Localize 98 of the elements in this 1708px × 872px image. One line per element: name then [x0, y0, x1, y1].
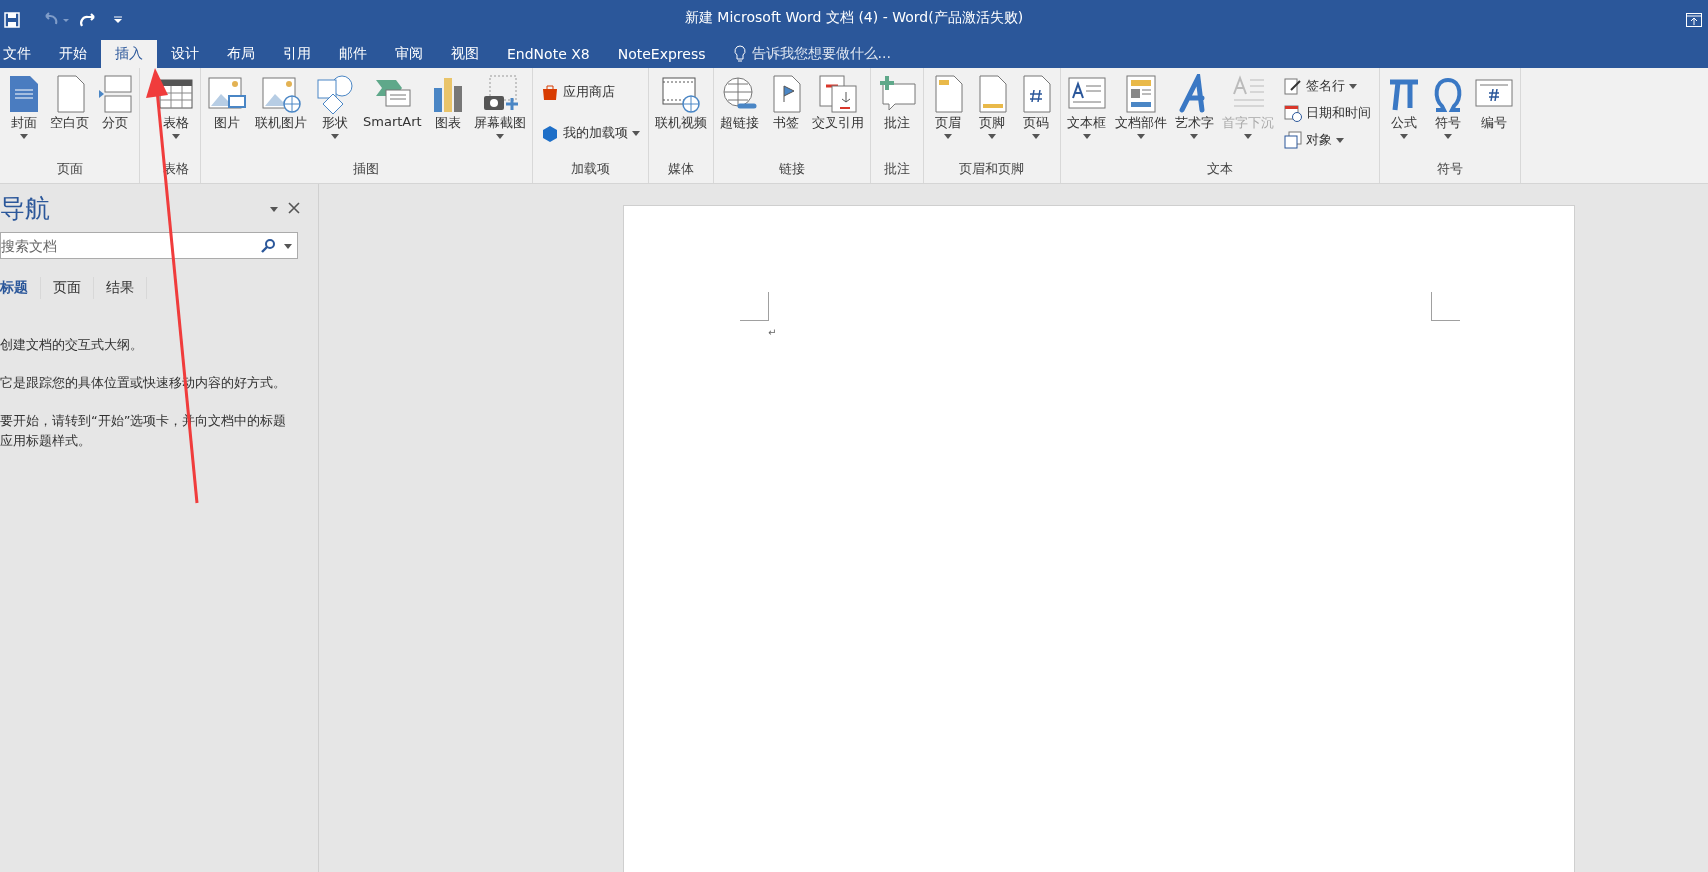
close-button[interactable] — [288, 202, 300, 214]
group-label: 批注 — [882, 160, 911, 178]
pane-tab[interactable]: 页面 — [53, 277, 94, 299]
caret-icon — [1190, 134, 1199, 139]
paragraph-mark: ↵ — [768, 327, 777, 338]
ribbon-display-icon — [1686, 13, 1702, 27]
caret-icon — [270, 206, 278, 212]
help-text: 创建文档的交互式大纲。 — [0, 336, 144, 354]
caret-icon — [1082, 134, 1091, 139]
ribbon-button[interactable]: 书签 — [763, 72, 808, 141]
caret-icon — [20, 134, 28, 139]
ribbon-button[interactable]: 联机视频 — [650, 72, 711, 141]
search-icon — [260, 237, 276, 254]
caret-icon — [284, 244, 292, 249]
group-label: 链接 — [777, 160, 806, 178]
caret-icon — [1136, 134, 1145, 139]
ribbon-button[interactable]: 封面 — [2, 72, 46, 141]
group-label: 加载项 — [569, 160, 611, 178]
group-label: 文本 — [1205, 160, 1234, 178]
ribbon-button[interactable]: 页脚 — [969, 72, 1014, 141]
caret-icon — [1443, 134, 1452, 139]
caret-icon — [1335, 138, 1344, 143]
lightbulb-icon — [733, 45, 746, 63]
ribbon-button[interactable]: 公式 — [1381, 72, 1426, 141]
cube-icon — [540, 123, 559, 142]
caret-icon — [943, 134, 952, 139]
ribbon-button[interactable]: SmartArt — [359, 72, 426, 138]
caret-icon — [1243, 134, 1252, 139]
ribbon-tab[interactable]: 引用 — [269, 40, 325, 68]
ribbon-button[interactable]: 超链接 — [715, 72, 764, 141]
ribbon-button[interactable]: 形状 — [311, 72, 359, 141]
ribbon-button[interactable]: 符号 — [1425, 72, 1470, 141]
crop-mark — [1431, 292, 1460, 321]
film-globe-icon — [660, 74, 701, 114]
ribbon-tab[interactable]: 邮件 — [325, 40, 381, 68]
ribbon-tab[interactable]: 开始 — [45, 40, 101, 68]
ribbon-button[interactable]: 对象 — [1281, 129, 1373, 150]
caret-icon — [987, 134, 996, 139]
ribbon-button[interactable]: 编号 — [1469, 72, 1518, 141]
ribbon-button[interactable]: 文档部件 — [1110, 72, 1171, 141]
page-break-icon — [97, 74, 133, 114]
pane-tab[interactable]: 标题 — [0, 277, 41, 299]
shopping-bag-icon — [540, 83, 559, 102]
object-icon — [1283, 130, 1302, 149]
redo-icon — [78, 12, 96, 28]
ribbon-button[interactable]: 批注 — [872, 72, 921, 141]
ribbon-tab[interactable]: 设计 — [157, 40, 213, 68]
ribbon-button[interactable]: 我的加载项 — [538, 122, 642, 143]
group-label: 页面 — [55, 160, 84, 178]
ribbon-button[interactable]: 图表 — [425, 72, 470, 141]
crop-mark — [740, 292, 769, 321]
ribbon-button[interactable]: 文本框 — [1062, 72, 1111, 141]
image-globe-icon — [261, 74, 301, 114]
ribbon-button[interactable]: 签名行 — [1281, 75, 1373, 96]
ribbon-button[interactable]: 交叉引用 — [807, 72, 868, 141]
ribbon-tab[interactable]: NoteExpress — [603, 40, 720, 68]
group-label: 符号 — [1435, 160, 1464, 178]
save-icon — [4, 12, 20, 28]
shapes-icon — [315, 74, 355, 114]
ribbon-tab[interactable]: 视图 — [437, 40, 493, 68]
ribbon-button[interactable]: 屏幕截图 — [469, 72, 530, 141]
pane-options-button[interactable] — [270, 204, 278, 212]
window-title: 新建 Microsoft Word 文档 (4) - Word(产品激活失败) — [684, 9, 1024, 25]
cross-reference-icon — [817, 74, 858, 114]
group-label: 媒体 — [666, 160, 695, 178]
ribbon-button[interactable]: 空白页 — [46, 72, 93, 141]
group-label: 插图 — [352, 160, 381, 178]
ribbon-tab[interactable]: EndNote X8 — [493, 40, 604, 68]
group-label: 页眉和页脚 — [958, 160, 1026, 178]
ribbon-button[interactable]: 应用商店 — [538, 82, 642, 103]
text-box-icon — [1066, 76, 1107, 112]
ribbon-tab[interactable]: 布局 — [213, 40, 269, 68]
caret-icon — [1399, 134, 1408, 139]
ribbon-button[interactable]: 联机图片 — [251, 72, 311, 141]
ribbon-tab[interactable]: 文件 — [0, 40, 45, 68]
tell-me-field[interactable]: 告诉我您想要做什么... — [751, 45, 891, 63]
ribbon-button[interactable]: 页眉 — [925, 72, 970, 141]
pane-tab[interactable]: 结果 — [106, 277, 147, 299]
caret-icon — [1348, 84, 1357, 89]
ribbon-button[interactable]: 日期和时间 — [1281, 102, 1373, 123]
caret-icon — [631, 131, 640, 137]
pane-title: 导航 — [0, 192, 51, 225]
ribbon-button[interactable]: 分页 — [93, 72, 137, 141]
table-icon — [158, 76, 194, 112]
caret-icon — [1031, 134, 1040, 139]
caret-icon — [114, 16, 122, 24]
search-field[interactable]: 搜索文档 — [0, 232, 298, 259]
ribbon-button[interactable]: 图片 — [203, 72, 251, 141]
close-icon — [288, 202, 300, 214]
calendar-clock-icon — [1283, 103, 1302, 122]
caret-icon — [172, 134, 180, 139]
ribbon-tab[interactable]: 审阅 — [381, 40, 437, 68]
ribbon-tab[interactable]: 插入 — [101, 40, 157, 68]
ribbon-button[interactable]: 页码 — [1013, 72, 1058, 141]
caret-icon — [495, 134, 504, 139]
signature-pen-icon — [1283, 76, 1302, 95]
caret-icon — [331, 134, 339, 139]
ribbon-button[interactable]: 艺术字 — [1170, 72, 1218, 141]
